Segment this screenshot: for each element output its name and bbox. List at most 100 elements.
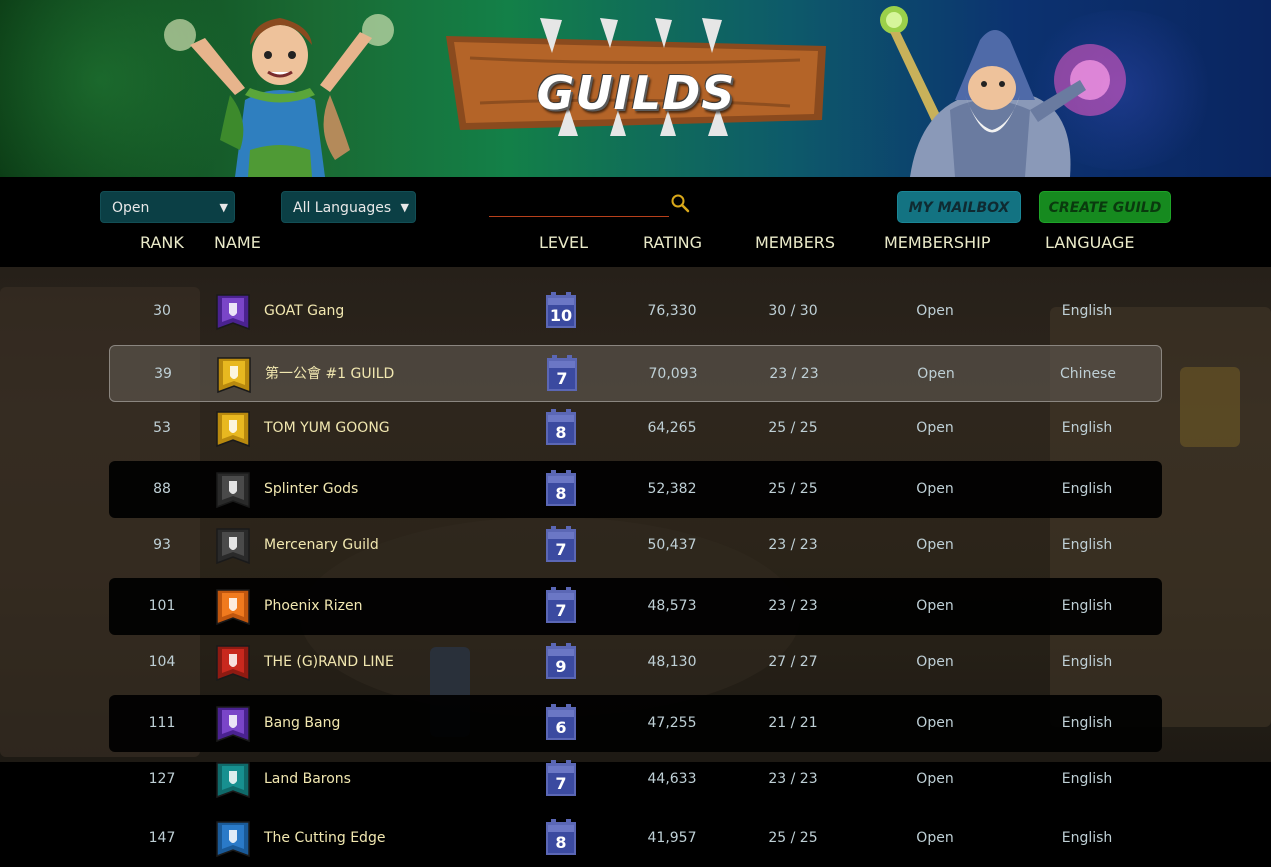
guild-row[interactable]: 30 GOAT Gang 10 76,330 30 / 30 Open Engl… — [109, 283, 1162, 340]
guild-membership: Open — [916, 420, 954, 436]
guild-level: 8 — [555, 484, 567, 503]
guild-name[interactable]: GOAT Gang — [264, 283, 344, 340]
guild-rank: 111 — [148, 715, 176, 731]
guild-row[interactable]: 147 The Cutting Edge 8 41,957 25 / 25 Op… — [109, 810, 1162, 867]
guild-membership: Open — [916, 481, 954, 497]
guild-name[interactable]: 第一公會 #1 GUILD — [265, 346, 394, 403]
search-icon[interactable] — [670, 193, 690, 213]
guild-row[interactable]: 127 Land Barons 7 44,633 23 / 23 Open En… — [109, 751, 1162, 808]
guild-level: 6 — [555, 718, 567, 737]
guilds-sign: GUILDS — [440, 18, 832, 136]
guild-row[interactable]: 88 Splinter Gods 8 52,382 25 / 25 Open E… — [109, 461, 1162, 518]
guild-level: 8 — [555, 423, 567, 442]
guild-language: English — [1061, 830, 1113, 846]
guild-members: 23 / 23 — [768, 771, 818, 787]
chevron-down-icon: ▼ — [219, 201, 228, 214]
guild-rating: 76,330 — [647, 303, 697, 319]
guild-name[interactable]: Bang Bang — [264, 695, 340, 752]
purple-hand-emblem-icon — [216, 294, 250, 331]
guild-language: English — [1061, 537, 1113, 553]
guild-level-badge: 8 — [543, 818, 579, 858]
guild-name[interactable]: Splinter Gods — [264, 461, 358, 518]
guild-row[interactable]: 101 Phoenix Rizen 7 48,573 23 / 23 Open … — [109, 578, 1162, 635]
guild-level-badge: 8 — [543, 408, 579, 448]
guild-row[interactable]: 111 Bang Bang 6 47,255 21 / 21 Open Engl… — [109, 695, 1162, 752]
gold-hand-emblem-icon — [217, 357, 251, 394]
guild-membership: Open — [916, 771, 954, 787]
guild-membership: Open — [916, 715, 954, 731]
search-field — [489, 191, 669, 217]
column-header-rating[interactable]: RATING — [643, 233, 702, 252]
guild-rating: 48,573 — [647, 598, 697, 614]
my-mailbox-button[interactable]: MY MAILBOX — [897, 191, 1021, 223]
guild-row[interactable]: 39 第一公會 #1 GUILD 7 70,093 23 / 23 Open C… — [109, 345, 1162, 402]
red-sword-emblem-icon — [216, 645, 250, 682]
guild-rating: 44,633 — [647, 771, 697, 787]
gold-sword-emblem-icon — [216, 411, 250, 448]
guild-rating: 41,957 — [647, 830, 697, 846]
orange-key-emblem-icon — [216, 589, 250, 626]
guild-name[interactable]: Land Barons — [264, 751, 351, 808]
guild-language: English — [1061, 771, 1113, 787]
guild-language: English — [1061, 481, 1113, 497]
guild-name[interactable]: Phoenix Rizen — [264, 578, 362, 635]
guild-level-badge: 6 — [543, 703, 579, 743]
guild-language: English — [1061, 715, 1113, 731]
page-title: GUILDS — [536, 66, 736, 120]
guild-membership: Open — [916, 598, 954, 614]
guild-name[interactable]: Mercenary Guild — [264, 517, 379, 574]
guild-level-badge: 7 — [543, 586, 579, 626]
guild-language: English — [1061, 654, 1113, 670]
guild-row[interactable]: 53 TOM YUM GOONG 8 64,265 25 / 25 Open E… — [109, 400, 1162, 457]
wizard-character-illustration — [880, 6, 1126, 177]
dark-skull-emblem-icon — [216, 472, 250, 509]
guilds-banner: GUILDS — [0, 0, 1271, 177]
guild-language: English — [1061, 303, 1113, 319]
guild-rank: 101 — [148, 598, 176, 614]
blue-sword-emblem-icon — [216, 821, 250, 858]
guild-members: 25 / 25 — [768, 481, 818, 497]
search-input[interactable] — [489, 191, 663, 217]
column-header-language[interactable]: LANGUAGE — [1045, 233, 1134, 252]
guild-level-badge: 8 — [543, 469, 579, 509]
guild-rating: 64,265 — [647, 420, 697, 436]
guild-rank: 53 — [153, 420, 171, 436]
column-header-membership[interactable]: MEMBERSHIP — [884, 233, 990, 252]
guild-membership: Open — [916, 303, 954, 319]
guild-rating: 50,437 — [647, 537, 697, 553]
guild-rank: 127 — [148, 771, 176, 787]
guild-members: 25 / 25 — [768, 830, 818, 846]
guild-members: 27 / 27 — [768, 654, 818, 670]
guild-name[interactable]: THE (G)RAND LINE — [264, 634, 394, 691]
guild-level: 7 — [555, 540, 567, 559]
language-filter-select[interactable]: All Languages ▼ — [281, 191, 416, 223]
guild-language: English — [1061, 420, 1113, 436]
guild-rank: 88 — [153, 481, 171, 497]
guild-members: 23 / 23 — [768, 598, 818, 614]
guild-rank: 147 — [148, 830, 176, 846]
guild-row[interactable]: 93 Mercenary Guild 7 50,437 23 / 23 Open… — [109, 517, 1162, 574]
guild-rank: 104 — [148, 654, 176, 670]
column-header-level[interactable]: LEVEL — [539, 233, 588, 252]
guild-rank: 30 — [153, 303, 171, 319]
column-header-members[interactable]: MEMBERS — [755, 233, 835, 252]
guild-level: 9 — [555, 657, 567, 676]
guild-level: 10 — [549, 306, 573, 325]
membership-filter-select[interactable]: Open ▼ — [100, 191, 235, 223]
guild-rating: 48,130 — [647, 654, 697, 670]
guild-name[interactable]: The Cutting Edge — [264, 810, 385, 867]
guild-rank: 39 — [154, 366, 172, 382]
guild-level: 8 — [555, 833, 567, 852]
toolbar: Open ▼ All Languages ▼ MY MAILBOX CREATE… — [0, 177, 1271, 267]
guild-row[interactable]: 104 THE (G)RAND LINE 9 48,130 27 / 27 Op… — [109, 634, 1162, 691]
column-header-rank[interactable]: RANK — [140, 233, 184, 252]
guild-rating: 47,255 — [647, 715, 697, 731]
guild-level: 7 — [555, 774, 567, 793]
guild-name[interactable]: TOM YUM GOONG — [264, 400, 390, 457]
column-header-name[interactable]: NAME — [214, 233, 261, 252]
guild-members: 21 / 21 — [768, 715, 818, 731]
guild-rating: 70,093 — [648, 366, 698, 382]
create-guild-button[interactable]: CREATE GUILD — [1039, 191, 1171, 223]
guild-membership: Open — [916, 830, 954, 846]
druid-character-illustration — [164, 14, 394, 177]
